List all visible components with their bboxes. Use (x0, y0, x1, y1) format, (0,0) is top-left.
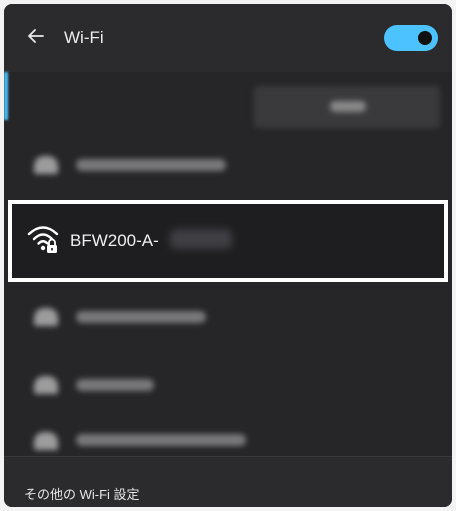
wifi-icon (34, 432, 58, 450)
network-list-item-selected[interactable]: BFW200-A- (8, 200, 448, 282)
network-name-blurred (76, 311, 206, 323)
network-list-item-blurred[interactable] (4, 290, 452, 344)
wifi-toggle[interactable] (384, 25, 438, 51)
wifi-icon (34, 156, 58, 174)
network-name-blurred (76, 159, 226, 171)
network-ssid: BFW200-A- (70, 231, 159, 250)
back-arrow-icon[interactable] (23, 22, 51, 50)
network-list-item-blurred[interactable] (4, 422, 452, 456)
connect-button-label-blurred (330, 101, 366, 112)
network-list-item-blurred[interactable] (4, 138, 452, 192)
network-name-blurred (76, 434, 246, 446)
wifi-icon (34, 308, 58, 326)
wifi-secured-icon (26, 222, 60, 256)
toggle-knob (418, 31, 432, 45)
connect-button[interactable] (254, 86, 440, 128)
more-wifi-settings-bar: その他の Wi-Fi 設定 (4, 456, 452, 507)
wifi-header: Wi-Fi (4, 4, 452, 72)
more-wifi-settings-link[interactable]: その他の Wi-Fi 設定 (24, 484, 140, 503)
wifi-icon (34, 376, 58, 394)
network-list-item-blurred[interactable] (4, 358, 452, 412)
network-name-blurred (76, 379, 154, 391)
page-title: Wi-Fi (64, 28, 104, 47)
connected-accent-bar (4, 72, 8, 120)
ssid-redaction-blur (170, 229, 232, 249)
